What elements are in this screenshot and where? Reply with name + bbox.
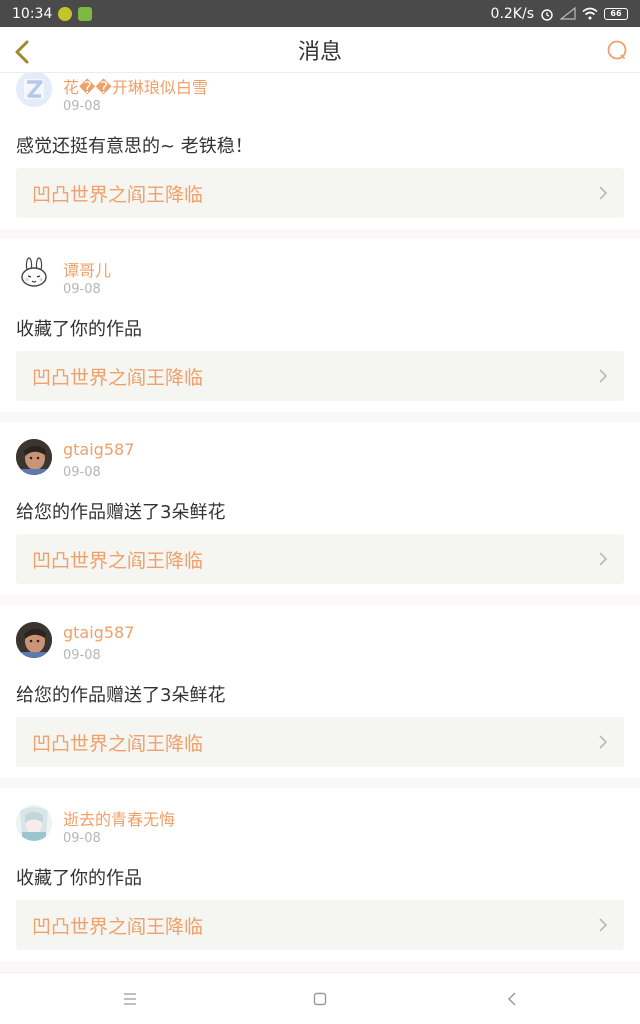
divider xyxy=(0,595,640,605)
bunny-avatar-icon xyxy=(16,256,52,292)
message-text: 给您的作品赠送了3朵鲜花 xyxy=(16,685,226,706)
signal-icon xyxy=(560,7,576,20)
chevron-right-icon xyxy=(599,735,608,749)
app-notification-icon xyxy=(78,6,93,21)
divider xyxy=(0,229,640,239)
back-button[interactable] xyxy=(6,33,40,67)
system-back-button[interactable] xyxy=(500,987,524,1011)
message-date: 09-08 xyxy=(63,465,101,480)
message-card: gtaig587 09-08 给您的作品赠送了3朵鲜花 凹凸世界之阎王降临 xyxy=(0,439,640,612)
sender-name[interactable]: gtaig587 xyxy=(63,440,134,459)
search-button[interactable] xyxy=(600,33,634,67)
app-header: 消息 xyxy=(0,27,640,73)
menu-icon xyxy=(124,993,136,1005)
message-card: 花��开琳琅似白雪 09-08 感觉还挺有意思的~ 老铁稳！ 凹凸世界之阎王降临 xyxy=(0,73,640,246)
avatar[interactable] xyxy=(16,805,52,841)
chevron-right-icon xyxy=(599,552,608,566)
photo-avatar-icon xyxy=(16,622,52,658)
default-avatar-icon xyxy=(16,73,52,107)
status-left: 10:34 xyxy=(12,5,93,22)
message-card: 逝去的青春无悔 09-08 收藏了你的作品 凹凸世界之阎王降临 xyxy=(0,805,640,972)
work-title: 凹凸世界之阎王降临 xyxy=(32,915,204,938)
message-date: 09-08 xyxy=(63,648,101,663)
work-link[interactable]: 凹凸世界之阎王降临 xyxy=(16,351,624,401)
message-date: 09-08 xyxy=(63,831,101,846)
divider xyxy=(0,412,640,422)
page-title: 消息 xyxy=(297,39,342,65)
sender-name[interactable]: 谭哥儿 xyxy=(63,257,111,281)
work-link[interactable]: 凹凸世界之阎王降临 xyxy=(16,534,624,584)
chevron-left-icon xyxy=(15,40,29,64)
app-notification-icon xyxy=(58,6,73,21)
avatar[interactable] xyxy=(16,73,52,107)
status-bar: 10:34 0.2K/s 66 xyxy=(0,0,640,27)
alarm-icon xyxy=(541,8,553,21)
message-text: 给您的作品赠送了3朵鲜花 xyxy=(16,502,226,523)
work-link[interactable]: 凹凸世界之阎王降临 xyxy=(16,900,624,950)
message-card: gtaig587 09-08 给您的作品赠送了3朵鲜花 凹凸世界之阎王降临 xyxy=(0,622,640,795)
sender-name[interactable]: 花��开琳琅似白雪 xyxy=(63,74,208,98)
status-right: 0.2K/s 66 xyxy=(491,6,628,22)
work-title: 凹凸世界之阎王降临 xyxy=(32,366,204,389)
message-feed[interactable]: 花��开琳琅似白雪 09-08 感觉还挺有意思的~ 老铁稳！ 凹凸世界之阎王降临 xyxy=(0,73,640,972)
battery-icon: 66 xyxy=(604,7,628,20)
work-link[interactable]: 凹凸世界之阎王降临 xyxy=(16,717,624,767)
avatar[interactable] xyxy=(16,439,52,475)
avatar[interactable] xyxy=(16,622,52,658)
message-text: 感觉还挺有意思的~ 老铁稳！ xyxy=(16,136,253,157)
sender-name[interactable]: 逝去的青春无悔 xyxy=(63,806,175,830)
menu-button[interactable] xyxy=(118,987,142,1011)
message-text: 收藏了你的作品 xyxy=(16,319,142,340)
divider xyxy=(0,778,640,788)
status-time: 10:34 xyxy=(12,5,53,22)
home-square-icon xyxy=(313,992,327,1006)
chevron-right-icon xyxy=(599,186,608,200)
photo-avatar-icon xyxy=(16,439,52,475)
chevron-right-icon xyxy=(599,918,608,932)
divider xyxy=(0,961,640,971)
net-speed: 0.2K/s xyxy=(490,5,534,22)
search-icon xyxy=(607,40,627,60)
work-title: 凹凸世界之阎王降临 xyxy=(32,549,204,572)
wifi-icon xyxy=(582,7,598,20)
message-text: 收藏了你的作品 xyxy=(16,868,142,889)
avatar[interactable] xyxy=(16,256,52,292)
home-button[interactable] xyxy=(308,987,332,1011)
anime-avatar-icon xyxy=(16,805,52,841)
work-title: 凹凸世界之阎王降临 xyxy=(32,732,204,755)
back-triangle-icon xyxy=(507,992,516,1006)
work-title: 凹凸世界之阎王降临 xyxy=(32,183,204,206)
message-date: 09-08 xyxy=(63,282,101,297)
message-date: 09-08 xyxy=(63,99,101,114)
system-nav-bar xyxy=(0,972,640,1024)
work-link[interactable]: 凹凸世界之阎王降临 xyxy=(16,168,624,218)
sender-name[interactable]: gtaig587 xyxy=(63,623,134,642)
message-card: 谭哥儿 09-08 收藏了你的作品 凹凸世界之阎王降临 xyxy=(0,256,640,429)
chevron-right-icon xyxy=(599,369,608,383)
